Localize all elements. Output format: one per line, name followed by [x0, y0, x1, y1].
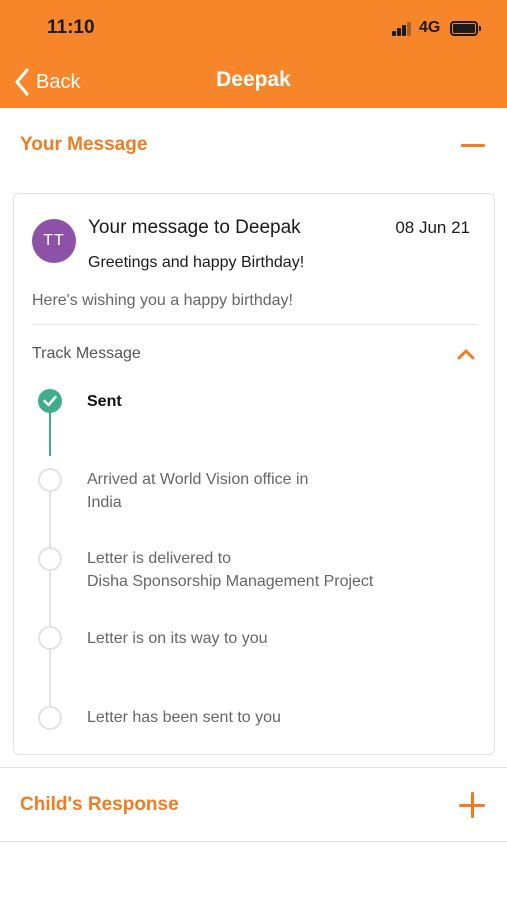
step-delivered-label: Letter is delivered to Disha Sponsorship… [87, 547, 447, 593]
step-arrived-label: Arrived at World Vision office in India [87, 468, 447, 514]
step-delivered-line2: Disha Sponsorship Management Project [87, 573, 374, 590]
message-recipient: Your message to Deepak [88, 217, 301, 238]
checkmark-icon [43, 395, 57, 407]
timeline-line-completed [49, 412, 51, 456]
step-delivered-line1: Letter is delivered to [87, 550, 232, 567]
step-done-dot [38, 389, 62, 413]
app-header: 11:10 4G Back Deepak [0, 0, 507, 108]
message-card: TT Your message to Deepak 08 Jun 21 Gree… [13, 193, 495, 755]
step-arrived-line2: India [87, 494, 122, 511]
collapse-minus-icon[interactable] [461, 143, 485, 147]
your-message-title: Your Message [20, 134, 148, 155]
message-date: 08 Jun 21 [395, 218, 470, 237]
network-type: 4G [419, 19, 441, 36]
message-subject: Greetings and happy Birthday! [88, 254, 305, 271]
message-body: Here's wishing you a happy birthday! [32, 292, 293, 309]
step-sent-label: Sent [87, 393, 122, 410]
track-message-toggle[interactable]: Track Message [32, 342, 476, 366]
step-pending-dot [38, 706, 62, 730]
step-pending-dot [38, 626, 62, 650]
expand-plus-icon[interactable] [459, 792, 485, 818]
timeline-line-pending [49, 490, 51, 718]
step-sent-to-you-label: Letter has been sent to you [87, 709, 281, 726]
status-time: 11:10 [47, 17, 95, 38]
step-arrived-line1: Arrived at World Vision office in [87, 471, 309, 488]
step-pending-dot [38, 468, 62, 492]
step-on-way-label: Letter is on its way to you [87, 630, 268, 647]
chevron-up-icon[interactable] [456, 347, 476, 361]
avatar: TT [32, 219, 76, 263]
section-divider [0, 767, 507, 768]
childs-response-header[interactable]: Child's Response [0, 782, 507, 828]
step-pending-dot [38, 547, 62, 571]
section-divider [0, 841, 507, 842]
battery-icon [450, 21, 481, 36]
track-message-label: Track Message [32, 345, 141, 362]
signal-icon [392, 22, 412, 36]
card-divider [32, 324, 476, 325]
page-title: Deepak [216, 68, 291, 91]
your-message-header[interactable]: Your Message [0, 122, 507, 168]
childs-response-title: Child's Response [20, 794, 179, 815]
